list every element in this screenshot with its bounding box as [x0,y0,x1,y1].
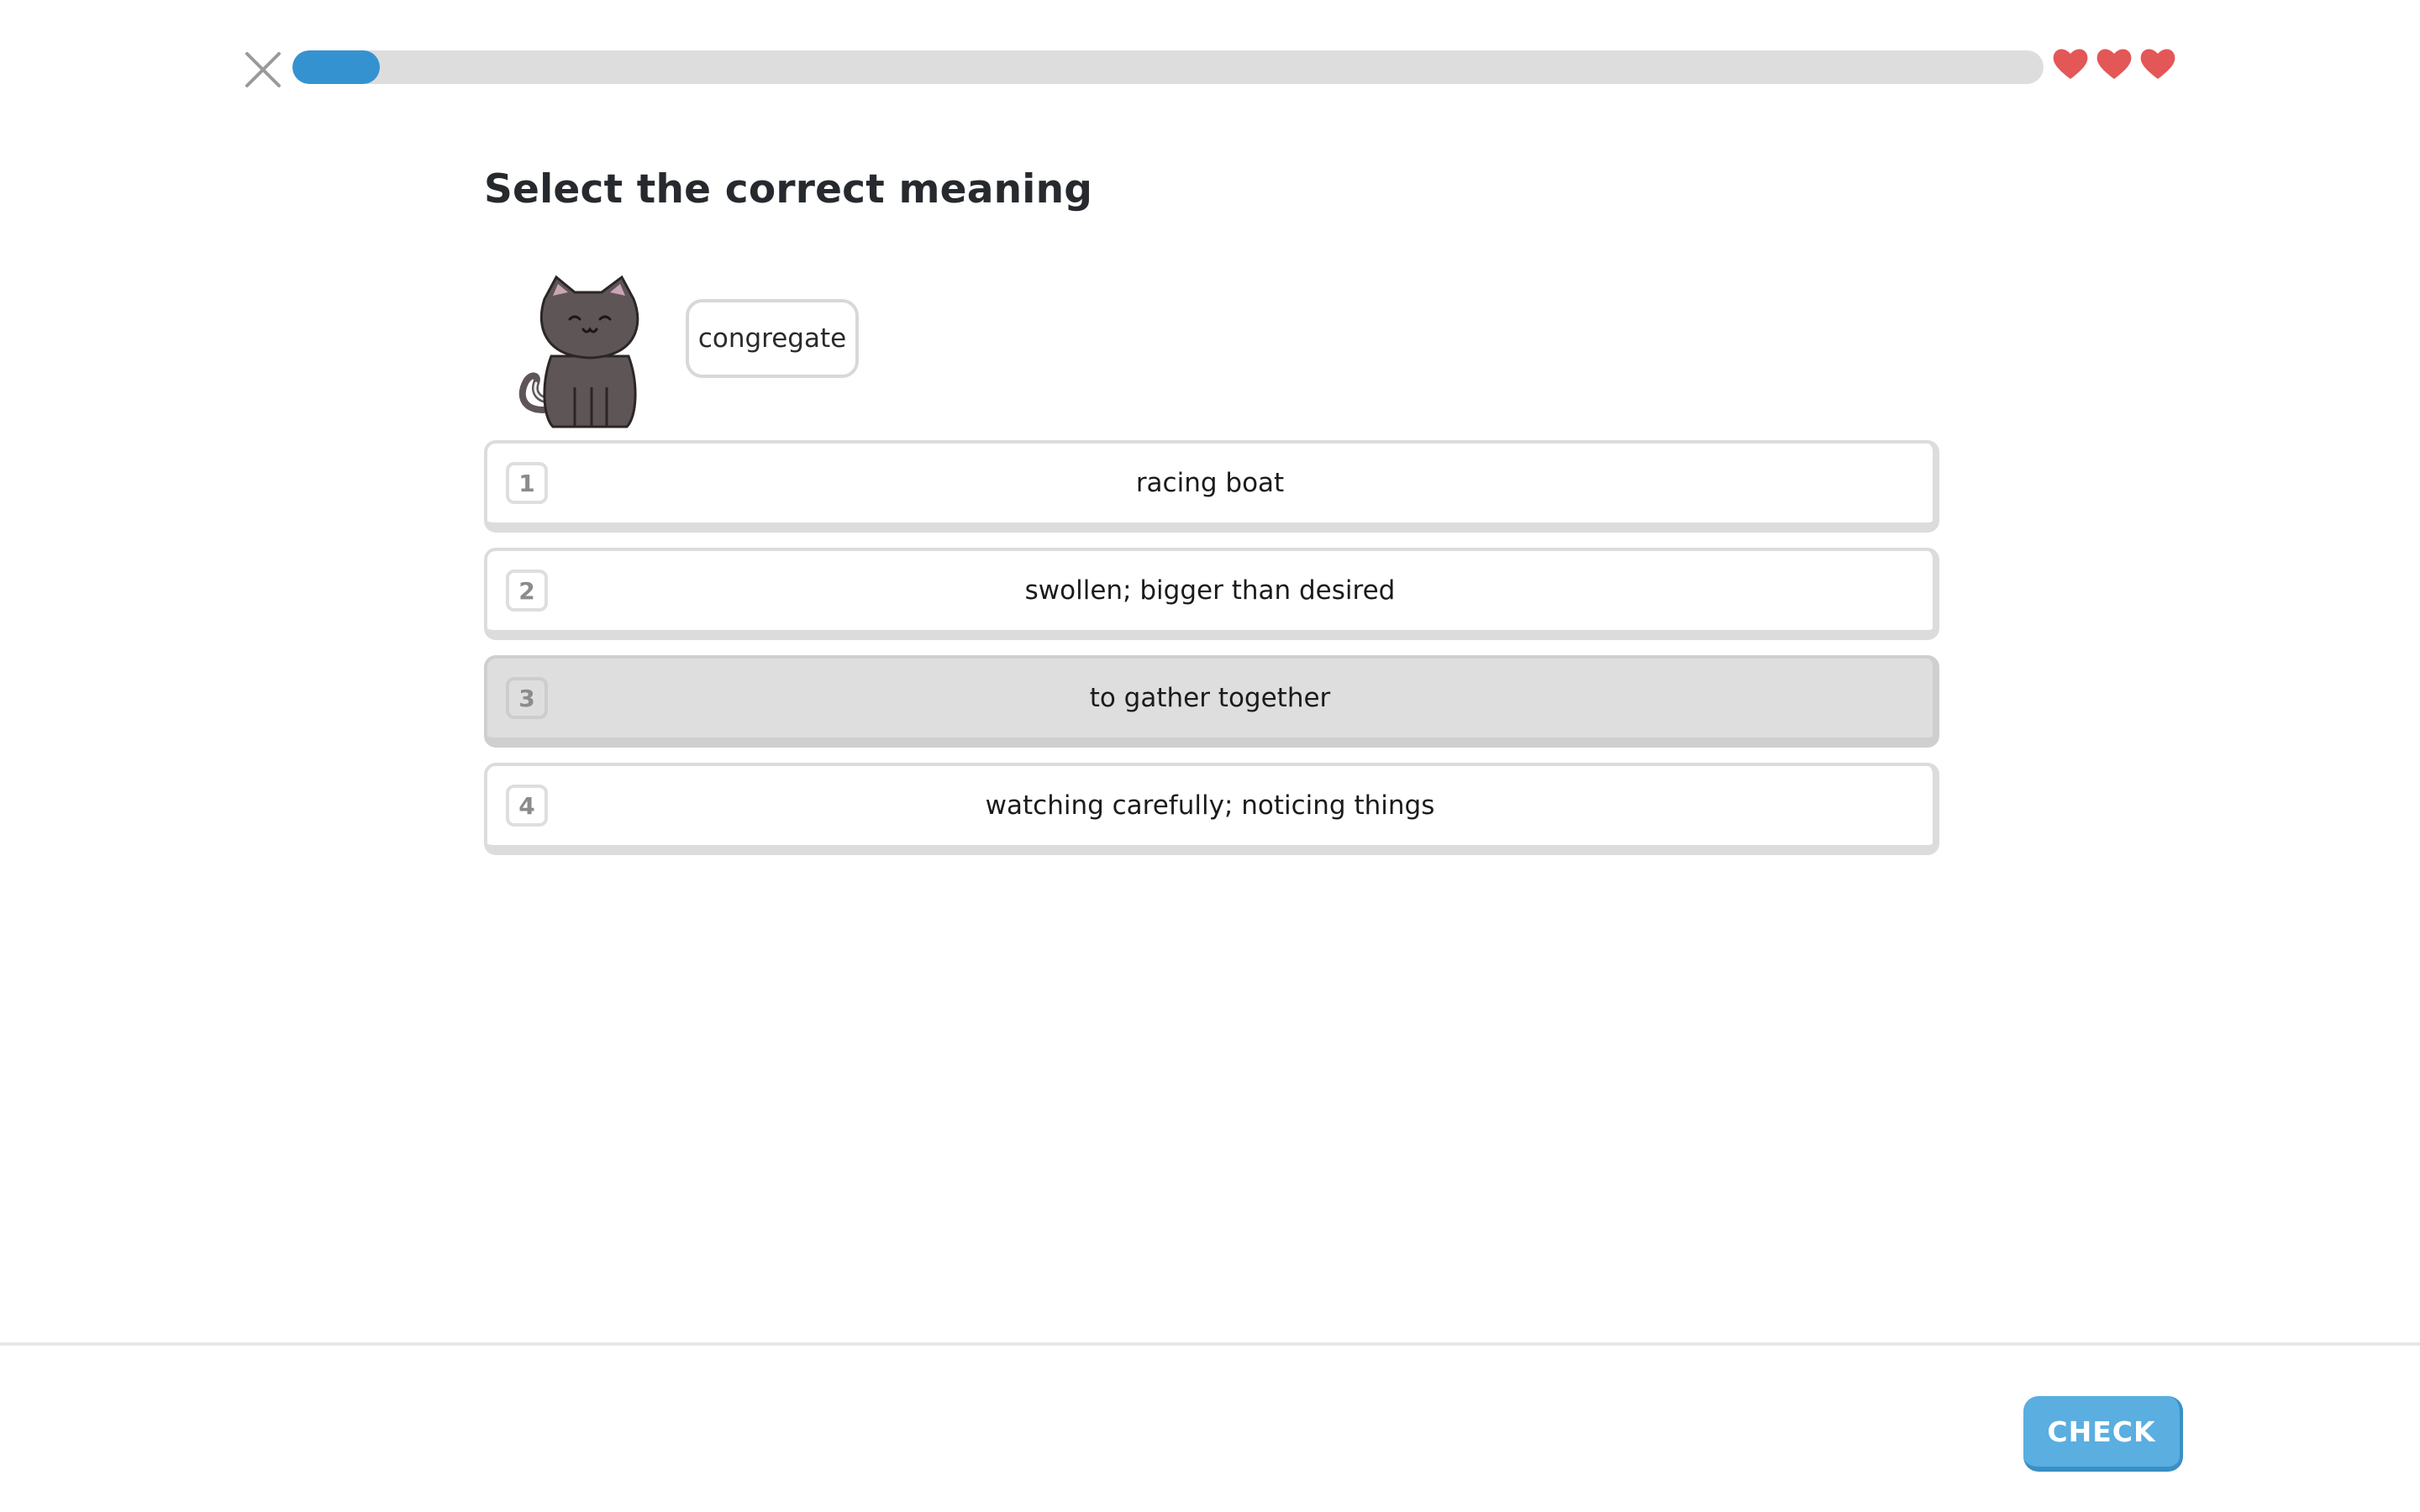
cat-mascot-icon [511,274,645,430]
page-title: Select the correct meaning [484,166,1093,213]
heart-icon [2139,47,2176,81]
option-label: swollen; bigger than desired [1024,575,1396,606]
check-button[interactable]: CHECK [2023,1396,2183,1472]
target-word-chip[interactable]: congregate [686,299,859,378]
lesson-progress-bar [292,50,2044,84]
footer-divider [0,1342,2420,1346]
answer-options: 1 racing boat 2 swollen; bigger than des… [484,440,1939,870]
answer-option-1[interactable]: 1 racing boat [484,440,1939,533]
progress-fill [292,50,381,84]
close-icon [245,52,281,87]
heart-icon [2096,47,2133,81]
option-label: to gather together [1089,683,1331,713]
answer-option-3[interactable]: 3 to gather together [484,655,1939,748]
answer-option-4[interactable]: 4 watching carefully; noticing things [484,763,1939,855]
answer-option-2[interactable]: 2 swollen; bigger than desired [484,548,1939,640]
lives-hearts [2052,47,2176,81]
close-button[interactable] [244,50,282,89]
heart-icon [2052,47,2089,81]
option-label: watching carefully; noticing things [985,790,1435,821]
option-label: racing boat [1135,468,1285,498]
